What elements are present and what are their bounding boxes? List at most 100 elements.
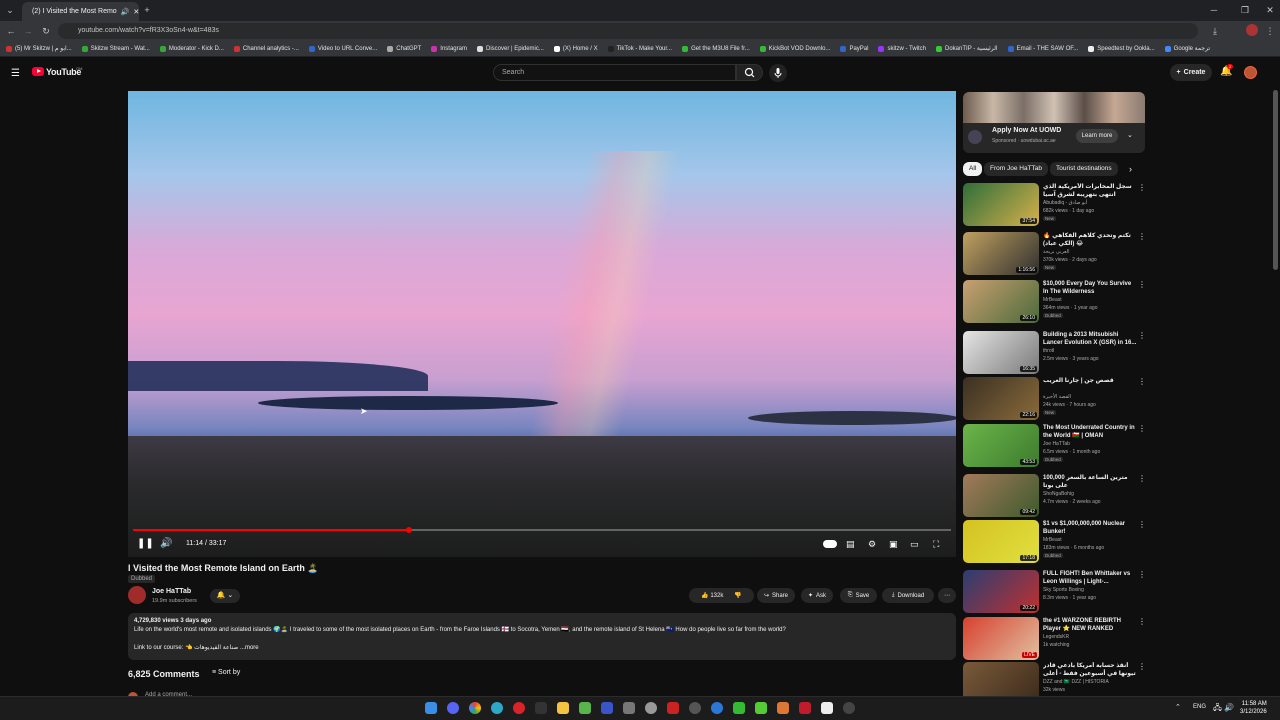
video-thumbnail[interactable]: LIVE — [963, 617, 1039, 660]
recommended-channel[interactable]: MrBeast — [1043, 297, 1062, 303]
channel-name[interactable]: Joe HaTTab — [152, 588, 191, 595]
video-thumbnail[interactable]: 26:10 — [963, 280, 1039, 323]
subscribed-bell-button[interactable]: 🔔 ⌄ — [210, 589, 240, 603]
app-icon[interactable] — [755, 702, 767, 714]
browser-menu-icon[interactable]: ⋮ — [1265, 25, 1275, 37]
more-options-icon[interactable]: ⋮ — [1138, 183, 1146, 192]
progress-scrubber[interactable] — [405, 527, 412, 533]
download-button[interactable]: ⤓ Download — [882, 588, 934, 603]
youtube-logo-icon[interactable] — [32, 67, 44, 76]
bookmark-item[interactable]: Speedtest by Ookla... — [1088, 45, 1155, 52]
more-options-icon[interactable]: ⋮ — [1138, 232, 1146, 241]
obs-icon[interactable] — [689, 702, 701, 714]
app-icon[interactable] — [843, 702, 855, 714]
settings-gear-icon[interactable]: ⚙ — [868, 539, 876, 549]
ad-banner-image[interactable] — [963, 92, 1145, 123]
more-options-icon[interactable]: ⋮ — [1138, 280, 1146, 289]
capcut-icon[interactable] — [535, 702, 547, 714]
profile-avatar[interactable] — [1246, 24, 1258, 36]
video-thumbnail[interactable]: 1:16:56 — [963, 232, 1039, 275]
chip-tourist-destinations[interactable]: Tourist destinations — [1050, 162, 1118, 176]
back-arrow-icon[interactable]: ← — [6, 25, 16, 37]
video-thumbnail[interactable]: 17:18 — [963, 520, 1039, 563]
app-icon[interactable] — [645, 702, 657, 714]
recommended-title[interactable]: تكتم وتحدي كلاهم الفكاهي 🔥 (الكي عباد) 😂 — [1043, 232, 1137, 248]
acrobat-icon[interactable] — [799, 702, 811, 714]
learn-more-button[interactable]: Learn more — [1076, 129, 1118, 143]
vegas-icon[interactable] — [601, 702, 613, 714]
recommended-video[interactable]: LIVE the #1 WARZONE REBIRTH Player ⭐ NEW … — [963, 617, 1146, 661]
tab-close-icon[interactable]: ✕ — [133, 8, 139, 16]
channel-avatar[interactable] — [128, 586, 146, 604]
chevron-down-icon[interactable]: ⌄ — [1127, 131, 1133, 139]
tray-chevron-icon[interactable]: ⌃ — [1175, 703, 1181, 711]
autoplay-toggle[interactable] — [823, 540, 837, 548]
file-explorer-icon[interactable] — [557, 702, 569, 714]
more-options-icon[interactable]: ⋮ — [1138, 424, 1146, 433]
tab-search-icon[interactable]: ⌄ — [4, 4, 16, 16]
recommended-title[interactable]: سجل المخابرات الأمريكية الذي انتهى بتهري… — [1043, 183, 1137, 199]
dislike-icon[interactable]: 👎 — [734, 592, 741, 599]
recommended-title[interactable]: أنقذ حسابة أمريكا بادعي قادر تيونها في أ… — [1043, 662, 1137, 678]
recommended-video[interactable]: 22:16 قصص جن | جارنا الغريب القصة الأخيرة 2… — [963, 377, 1146, 421]
recommended-video[interactable]: 20:22 FULL FIGHT! Ben Whittaker vs Leon W… — [963, 570, 1146, 614]
ad-card[interactable]: Apply Now At UOWD Sponsored · uowdubai.a… — [963, 123, 1145, 153]
app-icon[interactable] — [579, 702, 591, 714]
share-button[interactable]: ↪ Share — [757, 588, 795, 603]
bookmark-item[interactable]: Skitzw Stream - Wat... — [81, 45, 150, 52]
chrome-icon[interactable] — [469, 702, 481, 714]
recommended-title[interactable]: قصص جن | جارنا الغريب — [1043, 377, 1137, 385]
forward-arrow-icon[interactable]: → — [23, 25, 33, 37]
new-tab-button[interactable]: + — [142, 4, 152, 16]
chevron-right-icon[interactable]: › — [1129, 164, 1132, 174]
more-options-icon[interactable]: ⋮ — [1138, 377, 1146, 386]
recommended-title[interactable]: 100,000 مترين الساعة بالسعر على بوتا — [1043, 474, 1137, 490]
app-icon[interactable] — [711, 702, 723, 714]
recommended-title[interactable]: the #1 WARZONE REBIRTH Player ⭐ NEW RANK… — [1043, 617, 1137, 633]
chip-all[interactable]: All — [963, 162, 983, 176]
recommended-channel[interactable]: DZZ and 🇸🇦 DZZ | HISTORIA — [1043, 679, 1109, 685]
video-thumbnail[interactable]: 22:16 — [963, 377, 1039, 420]
minimize-button[interactable]: ─ — [1209, 4, 1219, 16]
download-icon[interactable]: ⤓ — [1210, 25, 1220, 37]
recommended-channel[interactable]: Joe HaTTab — [1043, 441, 1070, 447]
maximize-button[interactable]: ❐ — [1240, 4, 1250, 16]
more-options-icon[interactable]: ⋮ — [1138, 570, 1146, 579]
course-link-line[interactable]: Link to our course: 👈 صناعة الفيديوهات .… — [134, 644, 950, 653]
recommended-video[interactable]: 43:53 The Most Underrated Country in the … — [963, 424, 1146, 468]
recommended-title[interactable]: FULL FIGHT! Ben Whittaker vs Leon Willin… — [1043, 570, 1137, 586]
bookmark-item[interactable]: Email - THE SAW OF... — [1007, 45, 1078, 52]
recommended-channel[interactable]: ShoNgaBohig — [1043, 491, 1074, 497]
ask-button[interactable]: ✦ Ask — [801, 588, 833, 603]
recommended-video[interactable]: 16:35 Building a 2013 Mitsubishi Lancer E… — [963, 331, 1146, 375]
video-thumbnail[interactable]: 20:22 — [963, 570, 1039, 613]
miniplayer-icon[interactable]: ▣ — [889, 539, 898, 549]
more-options-icon[interactable]: ⋮ — [1138, 520, 1146, 529]
recommended-video[interactable]: 26:10 $10,000 Every Day You Survive In Th… — [963, 280, 1146, 324]
bookmark-item[interactable]: Moderator - Kick D... — [159, 45, 224, 52]
video-thumbnail[interactable]: 43:53 — [963, 424, 1039, 467]
recommended-channel[interactable]: Sky Sports Boxing — [1043, 587, 1084, 593]
recommended-channel[interactable]: LegendsKR — [1043, 634, 1069, 640]
nvidia-icon[interactable] — [733, 702, 745, 714]
fullscreen-icon[interactable]: ⛶ — [933, 539, 939, 549]
app-icon[interactable] — [777, 702, 789, 714]
subtitles-icon[interactable]: ▤ — [846, 539, 855, 549]
opera-icon[interactable] — [513, 702, 525, 714]
account-avatar[interactable] — [1244, 66, 1257, 79]
more-options-icon[interactable]: ⋮ — [1138, 617, 1146, 626]
bookmark-item[interactable]: KickBot VOD Downlo... — [759, 45, 830, 52]
edge-icon[interactable] — [491, 702, 503, 714]
url-bar[interactable]: youtube.com/watch?v=fR3X3oSn4-w&t=483s — [58, 23, 1198, 39]
recommended-video[interactable]: 17:18 $1 vs $1,000,000,000 Nuclear Bunker… — [963, 520, 1146, 564]
video-player[interactable] — [128, 91, 956, 557]
bookmark-item[interactable]: Video to URL Conve... — [308, 45, 377, 52]
app-icon[interactable] — [667, 702, 679, 714]
recommended-video[interactable]: 1:16:56 تكتم وتحدي كلاهم الفكاهي 🔥 (الكي … — [963, 232, 1146, 276]
more-options-icon[interactable]: ⋮ — [1138, 331, 1146, 340]
bookmark-item[interactable]: PayPal — [840, 45, 868, 52]
page-scrollbar[interactable] — [1273, 90, 1278, 270]
language-indicator[interactable]: ENG — [1193, 704, 1206, 710]
like-button[interactable]: 👍 132k — [701, 592, 723, 599]
recommended-video[interactable]: 37:54 سجل المخابرات الأمريكية الذي انتهى … — [963, 183, 1146, 227]
